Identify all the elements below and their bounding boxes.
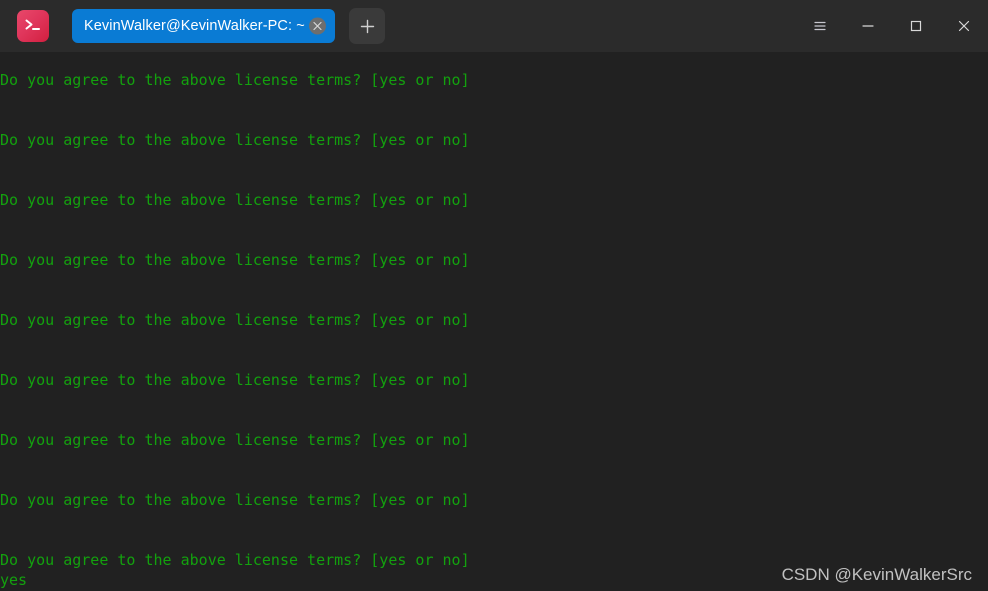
terminal-line: Do you agree to the above license terms?… xyxy=(0,251,470,269)
tab-kevinwalker[interactable]: KevinWalker@KevinWalker-PC: ~ xyxy=(72,9,335,43)
close-icon xyxy=(958,20,970,32)
hamburger-menu-icon xyxy=(814,21,826,31)
tab-close-icon[interactable] xyxy=(308,17,326,35)
menu-button[interactable] xyxy=(796,0,844,52)
terminal-line: Do you agree to the above license terms?… xyxy=(0,191,470,209)
terminal-output: Do you agree to the above license terms?… xyxy=(0,70,988,590)
tab-strip: KevinWalker@KevinWalker-PC: ~ xyxy=(72,0,335,52)
terminal-line: Do you agree to the above license terms?… xyxy=(0,311,470,329)
tab-title: KevinWalker@KevinWalker-PC: ~ xyxy=(84,18,305,34)
terminal-prompt-icon xyxy=(17,10,49,42)
minimize-button[interactable] xyxy=(844,0,892,52)
maximize-icon xyxy=(910,20,922,32)
new-tab-button[interactable] xyxy=(349,8,385,44)
maximize-button[interactable] xyxy=(892,0,940,52)
terminal-body[interactable]: Do you agree to the above license terms?… xyxy=(0,52,988,591)
watermark-text: CSDN @KevinWalkerSrc xyxy=(781,565,972,584)
title-bar: KevinWalker@KevinWalker-PC: ~ xyxy=(0,0,988,52)
minimize-icon xyxy=(862,25,874,27)
terminal-line: Do you agree to the above license terms?… xyxy=(0,431,470,449)
terminal-line: Do you agree to the above license terms?… xyxy=(0,131,470,149)
terminal-line: Do you agree to the above license terms?… xyxy=(0,71,470,89)
window-controls xyxy=(796,0,988,52)
plus-icon xyxy=(360,19,374,33)
terminal-line: Do you agree to the above license terms?… xyxy=(0,371,470,389)
close-button[interactable] xyxy=(940,0,988,52)
terminal-window: KevinWalker@KevinWalker-PC: ~ Do you agr… xyxy=(0,0,988,591)
terminal-line: Do you agree to the above license terms?… xyxy=(0,491,470,509)
